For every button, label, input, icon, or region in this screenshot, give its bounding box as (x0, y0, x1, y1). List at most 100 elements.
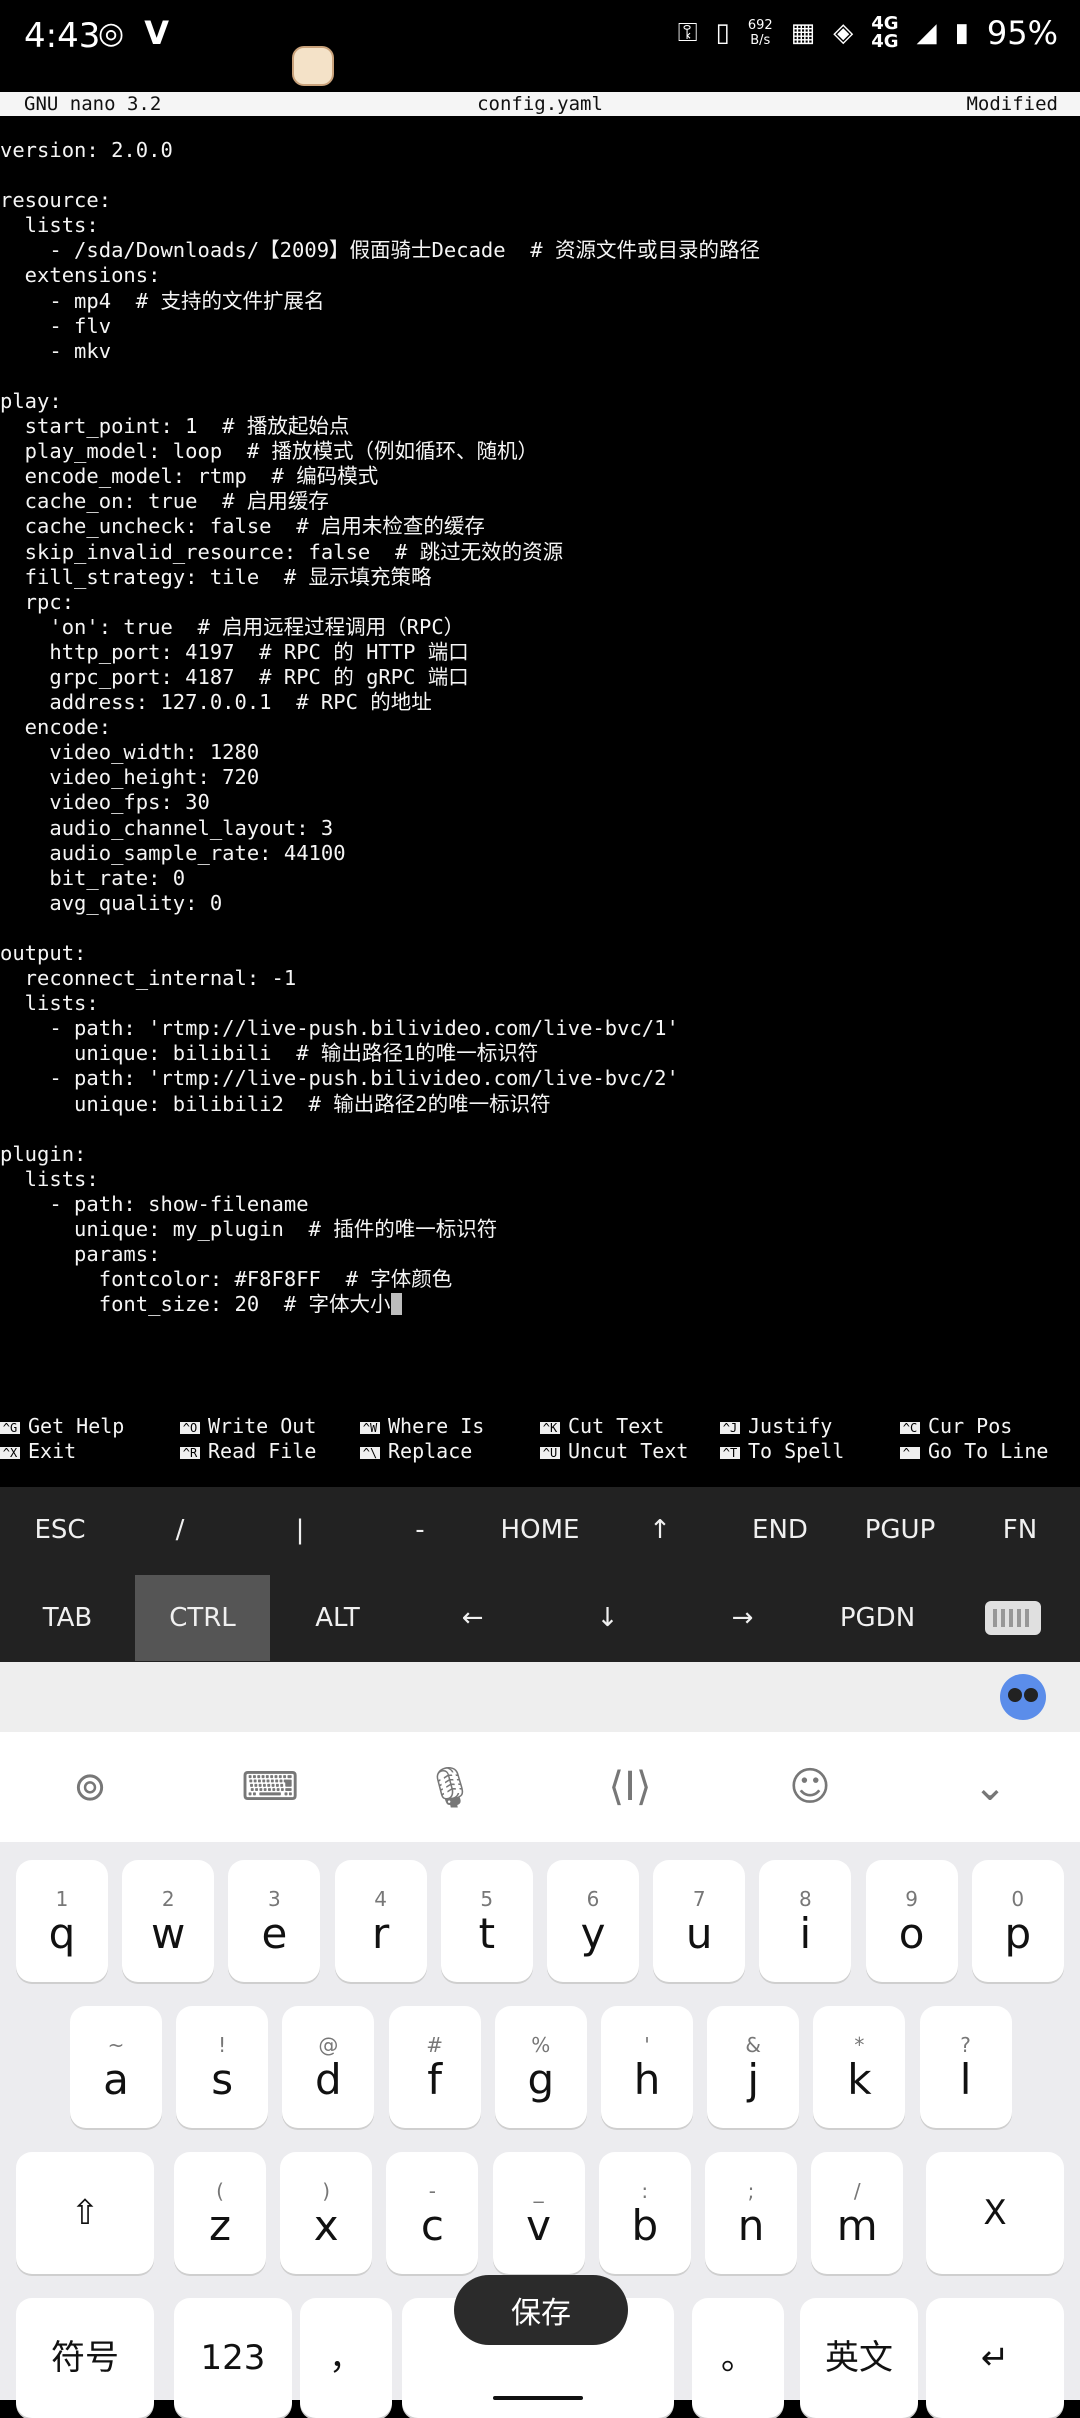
editor-line[interactable]: - path: 'rtmp://live-push.bilivideo.com/… (0, 1066, 1080, 1091)
key-n[interactable]: ; n (705, 2152, 797, 2274)
key-x[interactable]: ) x (280, 2152, 373, 2274)
editor-line[interactable]: params: (0, 1242, 1080, 1267)
editor-line[interactable] (0, 163, 1080, 188)
extra-key[interactable]: TAB (0, 1575, 135, 1661)
editor-line[interactable]: - mkv (0, 339, 1080, 364)
extra-key[interactable]: / (120, 1487, 240, 1573)
key-g[interactable]: % g (494, 2006, 587, 2128)
editor-line[interactable]: resource: (0, 188, 1080, 213)
extra-key[interactable]: END (720, 1487, 840, 1573)
editor-line[interactable]: audio_sample_rate: 44100 (0, 841, 1080, 866)
editor-line[interactable]: rpc: (0, 590, 1080, 615)
shortcut-item[interactable]: ^_ Go To Line (900, 1439, 1080, 1464)
editor-line[interactable]: - flv (0, 314, 1080, 339)
key-q[interactable]: 1q (16, 1860, 108, 1982)
editor-line[interactable]: address: 127.0.0.1 # RPC 的地址 (0, 690, 1080, 715)
key-f[interactable]: # f (388, 2006, 481, 2128)
editor-line[interactable]: avg_quality: 0 (0, 891, 1080, 916)
editor-line[interactable]: play: (0, 389, 1080, 414)
editor-line[interactable]: encode_model: rtmp # 编码模式 (0, 464, 1080, 489)
editor-line[interactable]: unique: my_plugin # 插件的唯一标识符 (0, 1217, 1080, 1242)
editor-line[interactable]: fontcolor: #F8F8FF # 字体颜色 (0, 1267, 1080, 1292)
editor-line[interactable]: unique: bilibili2 # 输出路径2的唯一标识符 (0, 1092, 1080, 1117)
key-i[interactable]: 8i (759, 1860, 852, 1982)
key-b[interactable]: :b (598, 2152, 691, 2274)
editor-line[interactable]: - path: 'rtmp://live-push.bilivideo.com/… (0, 1016, 1080, 1041)
toggle-keyboard-button[interactable] (945, 1575, 1080, 1661)
extra-key[interactable]: FN (960, 1487, 1080, 1573)
editor-line[interactable]: - /sda/Downloads/【2009】假面骑士Decade # 资源文件… (0, 238, 1080, 263)
extra-key[interactable]: ↓ (540, 1575, 675, 1661)
extra-key[interactable]: ESC (0, 1487, 120, 1573)
editor-line[interactable]: unique: bilibili # 输出路径1的唯一标识符 (0, 1041, 1080, 1066)
collapse-icon[interactable]: ⌄ (900, 1732, 1080, 1842)
numbers-key[interactable]: 123 (174, 2298, 292, 2418)
comma-key[interactable]: ， (300, 2298, 392, 2418)
key-u[interactable]: 7u (653, 1860, 746, 1982)
editor-line[interactable] (0, 1117, 1080, 1142)
editor-line[interactable]: - mp4 # 支持的文件扩展名 (0, 289, 1080, 314)
editor-line[interactable]: version: 2.0.0 (0, 138, 1080, 163)
key-s[interactable]: ! s (176, 2006, 269, 2128)
editor-line[interactable]: audio_channel_layout: 3 (0, 816, 1080, 841)
emoji-icon[interactable]: ☺ (720, 1732, 900, 1842)
cursor-icon[interactable]: ⟨I⟩ (540, 1732, 720, 1842)
extra-key[interactable]: PGUP (840, 1487, 960, 1573)
editor-line[interactable]: fill_strategy: tile # 显示填充策略 (0, 565, 1080, 590)
key-l[interactable]: ? l (919, 2006, 1012, 2128)
shortcut-item[interactable]: ^J Justify (720, 1414, 900, 1439)
editor-content[interactable]: version: 2.0.0 resource: lists: - /sda/Do… (0, 138, 1080, 1318)
shortcut-item[interactable]: ^R Read File (180, 1439, 360, 1464)
editor-line[interactable]: video_fps: 30 (0, 790, 1080, 815)
editor-line[interactable]: cache_uncheck: false # 启用未检查的缓存 (0, 514, 1080, 539)
key-w[interactable]: 2w (122, 1860, 215, 1982)
shortcut-item[interactable]: ^G Get Help (0, 1414, 180, 1439)
editor-line[interactable]: http_port: 4197 # RPC 的 HTTP 端口 (0, 640, 1080, 665)
key-r[interactable]: 4r (334, 1860, 427, 1982)
extra-key[interactable]: - (360, 1487, 480, 1573)
delete-key[interactable]: X (926, 2152, 1064, 2274)
shift-key[interactable]: ⇧ (16, 2152, 154, 2274)
extra-key[interactable]: CTRL (135, 1575, 270, 1661)
editor-line[interactable]: bit_rate: 0 (0, 866, 1080, 891)
shortcut-item[interactable]: ^U Uncut Text (540, 1439, 720, 1464)
key-d[interactable]: @ d (282, 2006, 375, 2128)
extra-key[interactable]: ↑ (600, 1487, 720, 1573)
key-m[interactable]: / m (811, 2152, 904, 2274)
editor-line[interactable]: - path: show-filename (0, 1192, 1080, 1217)
key-o[interactable]: 9o (865, 1860, 958, 1982)
editor-line[interactable]: lists: (0, 213, 1080, 238)
editor-line[interactable]: reconnect_internal: -1 (0, 966, 1080, 991)
editor-line[interactable]: 'on': true # 启用远程过程调用（RPC） (0, 615, 1080, 640)
shortcut-item[interactable]: ^W Where Is (360, 1414, 540, 1439)
editor-line[interactable]: encode: (0, 715, 1080, 740)
key-j[interactable]: & j (707, 2006, 800, 2128)
symbols-key[interactable]: 符号 (16, 2298, 154, 2418)
clipboard-icon[interactable]: ⌨ (180, 1732, 360, 1842)
key-z[interactable]: (z (174, 2152, 266, 2274)
editor-line[interactable]: skip_invalid_resource: false # 跳过无效的资源 (0, 540, 1080, 565)
key-k[interactable]: * k (813, 2006, 906, 2128)
editor-line[interactable]: play_model: loop # 播放模式（例如循环、随机） (0, 439, 1080, 464)
key-t[interactable]: 5t (440, 1860, 533, 1982)
editor-line[interactable]: lists: (0, 991, 1080, 1016)
key-p[interactable]: 0p (971, 1860, 1064, 1982)
ime-mascot-icon[interactable] (1000, 1674, 1046, 1720)
editor-line[interactable]: start_point: 1 # 播放起始点 (0, 414, 1080, 439)
key-e[interactable]: 3e (228, 1860, 321, 1982)
shortcut-item[interactable]: ^\ Replace (360, 1439, 540, 1464)
editor-line[interactable]: cache_on: true # 启用缓存 (0, 489, 1080, 514)
editor-line[interactable] (0, 916, 1080, 941)
editor-line[interactable]: plugin: (0, 1142, 1080, 1167)
key-h[interactable]: ' h (601, 2006, 693, 2128)
extra-key[interactable]: HOME (480, 1487, 600, 1573)
editor-line[interactable]: video_height: 720 (0, 765, 1080, 790)
key-y[interactable]: 6y (547, 1860, 639, 1982)
ime-logo-icon[interactable]: ⊚ (0, 1732, 180, 1842)
microphone-icon[interactable]: 🎙 (360, 1732, 540, 1842)
extra-key[interactable]: ← (405, 1575, 540, 1661)
language-key[interactable]: 英文 (800, 2298, 918, 2418)
key-c[interactable]: -c (386, 2152, 479, 2274)
key-a[interactable]: ~ a (70, 2006, 162, 2128)
editor-line[interactable]: font_size: 20 # 字体大小 (0, 1292, 1080, 1317)
